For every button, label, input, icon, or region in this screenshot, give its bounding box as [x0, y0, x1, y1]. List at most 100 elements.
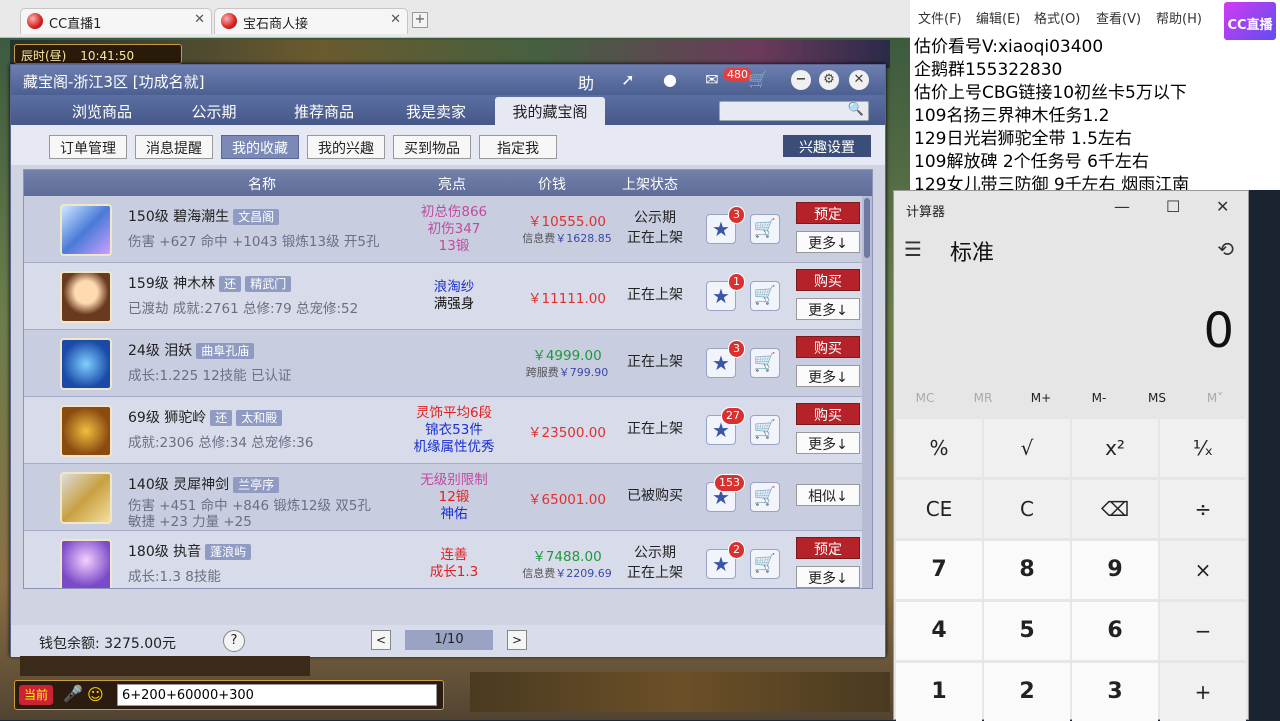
buy-button[interactable]: 预定: [796, 202, 860, 224]
digit-key[interactable]: 7: [896, 541, 982, 599]
buy-button[interactable]: 购买: [796, 269, 860, 291]
memory-button[interactable]: M-: [1070, 391, 1128, 405]
favorite-star-button[interactable]: ★ 1: [706, 273, 745, 311]
item-title[interactable]: 180级 执音: [128, 544, 201, 560]
digit-key[interactable]: 1: [896, 663, 982, 721]
hamburger-menu-icon[interactable]: ☰: [904, 237, 922, 261]
browser-tab-cc[interactable]: CC直播1 ✕: [20, 8, 212, 34]
maximize-icon[interactable]: ☐: [1166, 197, 1180, 216]
help-icon[interactable]: ?: [223, 630, 245, 652]
subtab-purchased[interactable]: 买到物品: [393, 135, 471, 159]
more-button[interactable]: 更多↓: [796, 298, 860, 320]
table-row[interactable]: 69级 狮驼岭还太和殿 成就:2306 总修:34 总宠修:36 灵饰平均6段 锦衣5…: [24, 397, 862, 464]
tab-recommended[interactable]: 推荐商品: [269, 97, 379, 125]
prev-page-button[interactable]: <: [371, 630, 391, 650]
operator-key[interactable]: ÷: [1160, 480, 1246, 538]
subtab-orders[interactable]: 订单管理: [49, 135, 127, 159]
favorite-star-button[interactable]: ★ 27: [706, 407, 745, 445]
close-icon[interactable]: ✕: [1216, 197, 1229, 216]
menu-format[interactable]: 格式(O): [1034, 8, 1080, 27]
table-scrollbar[interactable]: [864, 198, 870, 258]
chat-channel-button[interactable]: 当前: [19, 685, 53, 705]
digit-key[interactable]: 4: [896, 602, 982, 660]
operator-key[interactable]: √: [984, 419, 1070, 477]
item-thumbnail[interactable]: [60, 539, 112, 588]
next-page-button[interactable]: >: [507, 630, 527, 650]
add-to-cart-button[interactable]: 🛒: [750, 281, 780, 311]
search-input[interactable]: 🔍: [719, 101, 869, 121]
record-icon[interactable]: ●: [659, 70, 681, 90]
operator-key[interactable]: −: [1160, 602, 1246, 660]
digit-key[interactable]: 8: [984, 541, 1070, 599]
favorite-star-button[interactable]: ★ 3: [706, 206, 745, 244]
tab-browse[interactable]: 浏览商品: [47, 97, 157, 125]
microphone-icon[interactable]: 🎤: [63, 684, 83, 703]
settings-gear-icon[interactable]: ⚙: [819, 70, 839, 90]
add-to-cart-button[interactable]: 🛒: [750, 348, 780, 378]
item-title[interactable]: 140级 灵犀神剑: [128, 477, 229, 493]
menu-view[interactable]: 查看(V): [1096, 8, 1141, 27]
item-title[interactable]: 69级 狮驼岭: [128, 410, 206, 426]
operator-key[interactable]: %: [896, 419, 982, 477]
item-thumbnail[interactable]: [60, 405, 112, 457]
operator-key[interactable]: ×: [1160, 541, 1246, 599]
cart-icon[interactable]: 🛒: [747, 70, 769, 90]
memory-button[interactable]: MS: [1128, 391, 1186, 405]
favorite-star-button[interactable]: ★ 153: [706, 474, 745, 512]
operator-key[interactable]: C: [984, 480, 1070, 538]
close-tab-icon[interactable]: ✕: [390, 12, 401, 27]
favorite-star-button[interactable]: ★ 3: [706, 340, 745, 378]
share-icon[interactable]: ➚: [617, 70, 639, 90]
favorite-star-button[interactable]: ★ 2: [706, 541, 745, 579]
table-row[interactable]: 140级 灵犀神剑 兰亭序 伤害 +451 命中 +846 锻炼12级 双5孔 敏捷 …: [24, 464, 862, 531]
memory-button[interactable]: MR: [954, 391, 1012, 405]
add-to-cart-button[interactable]: 🛒: [750, 549, 780, 579]
digit-key[interactable]: 2: [984, 663, 1070, 721]
memory-button[interactable]: MC: [896, 391, 954, 405]
menu-file[interactable]: 文件(F): [918, 8, 962, 27]
message-icon[interactable]: ✉: [701, 70, 723, 90]
search-icon[interactable]: 🔍: [848, 102, 864, 117]
emoji-icon[interactable]: ☺: [87, 685, 104, 704]
memory-button[interactable]: M+: [1012, 391, 1070, 405]
item-thumbnail[interactable]: [60, 338, 112, 390]
memory-button[interactable]: M˅: [1186, 391, 1244, 405]
close-dialog-button[interactable]: ✕: [849, 70, 869, 90]
buy-button[interactable]: 预定: [796, 537, 860, 559]
operator-key[interactable]: x²: [1072, 419, 1158, 477]
operator-key[interactable]: ⌫: [1072, 480, 1158, 538]
item-thumbnail[interactable]: [60, 271, 112, 323]
tab-publicity[interactable]: 公示期: [159, 97, 269, 125]
digit-key[interactable]: 3: [1072, 663, 1158, 721]
item-title[interactable]: 159级 神木林: [128, 276, 215, 292]
menu-edit[interactable]: 编辑(E): [976, 8, 1020, 27]
buy-button[interactable]: 购买: [796, 336, 860, 358]
buy-button[interactable]: 购买: [796, 403, 860, 425]
help-assistant-button[interactable]: 助: [575, 70, 597, 93]
tab-seller[interactable]: 我是卖家: [381, 97, 491, 125]
add-to-cart-button[interactable]: 🛒: [750, 214, 780, 244]
digit-key[interactable]: 5: [984, 602, 1070, 660]
item-thumbnail[interactable]: [60, 472, 112, 524]
subtab-reminders[interactable]: 消息提醒: [135, 135, 213, 159]
menu-help[interactable]: 帮助(H): [1156, 8, 1202, 27]
history-icon[interactable]: ⟲: [1217, 237, 1234, 261]
add-to-cart-button[interactable]: 🛒: [750, 415, 780, 445]
item-title[interactable]: 24级 泪妖: [128, 343, 192, 359]
tab-my-cbg[interactable]: 我的藏宝阁: [495, 97, 605, 125]
minimize-button[interactable]: −: [791, 70, 811, 90]
operator-key[interactable]: CE: [896, 480, 982, 538]
table-row[interactable]: 150级 碧海潮生 文昌阁 伤害 +627 命中 +1043 锻炼13级 开5孔 初总…: [24, 196, 862, 263]
more-button[interactable]: 更多↓: [796, 432, 860, 454]
operator-key[interactable]: +: [1160, 663, 1246, 721]
minimize-icon[interactable]: —: [1114, 197, 1130, 216]
close-tab-icon[interactable]: ✕: [194, 12, 205, 27]
browser-tab-gem[interactable]: 宝石商人接 ✕: [214, 8, 408, 34]
item-title[interactable]: 150级 碧海潮生: [128, 209, 229, 225]
more-button[interactable]: 更多↓: [796, 566, 860, 588]
chat-input[interactable]: [117, 684, 437, 706]
similar-button[interactable]: 相似↓: [796, 484, 860, 506]
table-row[interactable]: 159级 神木林还精武门 已渡劫 成就:2761 总修:79 总宠修:52 浪淘纱满…: [24, 263, 862, 330]
subtab-favorites[interactable]: 我的收藏: [221, 135, 299, 159]
item-thumbnail[interactable]: [60, 204, 112, 256]
